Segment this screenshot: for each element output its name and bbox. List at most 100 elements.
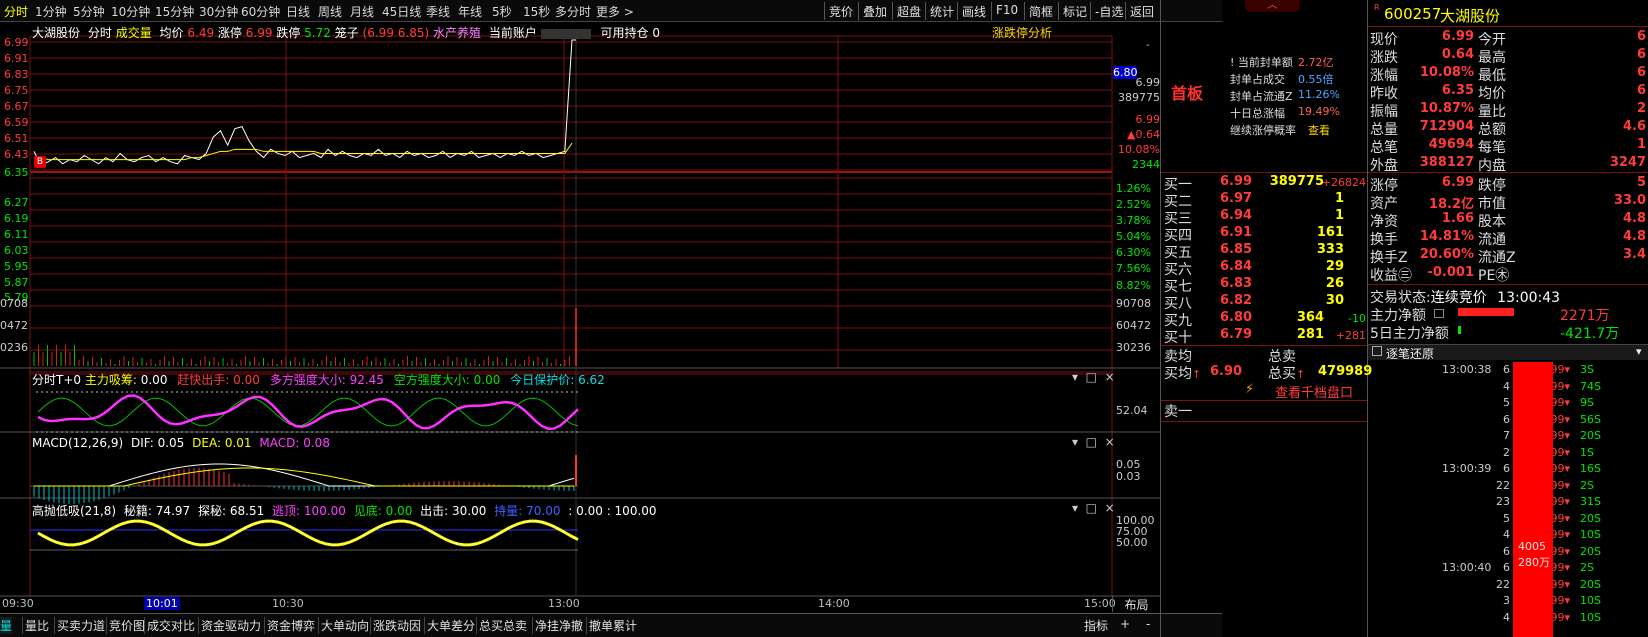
quote-value-2: 6 — [1636, 29, 1646, 44]
volume-label: 成交量 — [115, 26, 152, 40]
quote-value-2: 3247 — [1609, 155, 1646, 170]
bottom-tab-2[interactable]: 竞价图 — [106, 617, 145, 634]
trade-time: 13:00:43 — [1497, 290, 1561, 306]
bottom-tab-6[interactable]: 大单动向 — [318, 617, 369, 634]
quote-value-2: 6 — [1636, 47, 1646, 62]
add-indicator-button[interactable]: + — [1120, 617, 1130, 631]
bid-price: 6.83 — [1220, 276, 1253, 291]
bottom-tab-9[interactable]: 总买总卖 — [476, 617, 527, 634]
buy-avg-label: 买均↑ — [1164, 366, 1202, 382]
seal-label: ! 当前封单额 — [1230, 56, 1293, 69]
t0-f4-value: 0.00 — [473, 373, 501, 387]
t0-panel-controls[interactable]: ▾ □ × — [1072, 370, 1115, 384]
tick-time: 13:00:39 — [1442, 462, 1492, 475]
t0-long-line — [37, 394, 579, 430]
bottom-tab-4[interactable]: 资金驱动力 — [198, 617, 261, 634]
collapse-button[interactable]: ︿ — [1245, 0, 1300, 12]
t0-f2-value: 0.00 — [233, 373, 260, 387]
dif-label: DIF: — [130, 436, 154, 450]
quote-divider-2 — [1368, 172, 1648, 173]
volume-tick-right: 30236 — [1116, 341, 1151, 354]
tick-volume-bar — [1513, 362, 1553, 637]
remove-indicator-button[interactable]: - — [1146, 617, 1150, 631]
seal-probability-link[interactable]: 查看 — [1308, 122, 1330, 138]
dea-line — [34, 467, 574, 487]
ticks-settings-icon[interactable] — [1372, 346, 1382, 356]
macd-title: MACD(12,26,9) — [32, 436, 124, 450]
seal-value: 2.72亿 — [1298, 56, 1334, 69]
bottom-tab-10[interactable]: 净挂净撤 — [532, 617, 583, 634]
cage-value: (6.99 6.85) — [362, 26, 430, 40]
main-net-icon — [1434, 309, 1444, 318]
quote-value-1: 6.99 — [1441, 29, 1474, 44]
bid-volume: 29 — [1325, 259, 1344, 274]
main-net-label: 主力净额 — [1370, 308, 1426, 324]
tick-volume: 20S — [1580, 544, 1601, 558]
gpdx-panel-header: 高抛低吸(21,8) 秘籍: 74.97 探秘: 68.51 逃顶: 100.0… — [32, 502, 657, 519]
indicator-button[interactable]: 指标 — [1084, 617, 1108, 634]
time-label-0930: 09:30 — [2, 597, 34, 610]
quote-value-1: -0.001 — [1427, 265, 1474, 280]
bottom-tab-5[interactable]: 资金博弈 — [264, 617, 315, 634]
depth-1000-button[interactable]: 查看千档盘口 — [1275, 382, 1353, 401]
bid-volume: 1 — [1334, 191, 1344, 206]
ticks-dropdown-icon[interactable]: ▾ — [1636, 345, 1642, 358]
quote-value-2: 4.8 — [1622, 229, 1646, 244]
t0-f5-label: 今日保护价: — [510, 373, 575, 387]
tick-count: 6 — [1503, 412, 1510, 426]
tick-count: 2 — [1503, 445, 1510, 459]
account-masked — [540, 28, 591, 39]
quote-value-1: 49694 — [1428, 137, 1474, 152]
macd-label: MACD: — [259, 436, 300, 450]
quote-value-2: 6 — [1636, 83, 1646, 98]
cursor-stat: 389775 — [1118, 91, 1160, 104]
account-label[interactable]: 当前账户 — [489, 26, 537, 40]
price-line — [33, 39, 576, 167]
gpdx-b-label: 探秘: — [197, 504, 227, 518]
buy-avg-value: 6.90 — [1210, 364, 1243, 379]
seal-label: 十日总涨幅 — [1230, 107, 1285, 120]
quote-value-2: 33.0 — [1613, 193, 1646, 208]
gpdx-e-value: 30.00 — [452, 504, 487, 518]
bottom-tab-3[interactable]: 成交对比 — [144, 617, 195, 634]
dea-value: 0.01 — [224, 436, 252, 450]
gpdx-panel-controls[interactable]: ▾ □ × — [1072, 501, 1115, 515]
t0-f3-label: 多方强度大小: — [269, 373, 346, 387]
gpdx-d-label: 见底: — [353, 504, 382, 518]
price-tick: 6.19 — [4, 212, 29, 225]
tick-volume: 20S — [1580, 577, 1601, 591]
main-net5-value: -421.7万 — [1560, 326, 1620, 342]
buy-marker-icon[interactable]: B — [34, 156, 46, 168]
bottom-tab-7[interactable]: 涨跌动因 — [370, 617, 421, 634]
bottom-tab-8[interactable]: 大单差分 — [424, 617, 475, 634]
bottom-tab-11[interactable]: 撤单累计 — [586, 617, 637, 634]
tick-time: 13:00:40 — [1442, 561, 1492, 574]
bottom-tab-0[interactable]: 量比 — [22, 617, 49, 634]
quote-value-1: 388127 — [1419, 155, 1474, 170]
gpdx-g-value: : 0.00 : 100.00 — [568, 504, 657, 518]
gpdx-e-label: 出击: — [420, 504, 449, 518]
quote-value-2: 5 — [1636, 175, 1646, 190]
bid-change: +26824 — [1321, 176, 1366, 189]
price-tick: 6.75 — [4, 84, 29, 97]
layout-button[interactable]: 布局 — [1112, 596, 1160, 612]
ticks-title[interactable]: 逐笔还原 — [1386, 345, 1434, 362]
tick-volume: 3S — [1580, 363, 1594, 376]
quote-label-1: 收益㊂ — [1370, 268, 1412, 284]
bid-volume: 30 — [1325, 293, 1344, 308]
bid-volume: 389775 — [1269, 174, 1324, 189]
bid-level-row[interactable]: 买十 6.79 281 +281 — [1162, 327, 1368, 347]
pct-tick: 1.26% — [1116, 182, 1151, 195]
quote-value-2: 1 — [1636, 137, 1646, 152]
dif-value: 0.05 — [157, 436, 185, 450]
main-net5-label: 5日主力净额 — [1370, 326, 1449, 342]
tab-volume-fragment[interactable]: 量 — [0, 617, 13, 634]
macd-panel-controls[interactable]: ▾ □ × — [1072, 435, 1115, 449]
tick-count: 22 — [1496, 478, 1510, 492]
main-net-bar — [1458, 308, 1514, 316]
bottom-tab-1[interactable]: 买卖力道 — [54, 617, 105, 634]
macd-value: 0.08 — [303, 436, 330, 450]
limit-analysis-button[interactable]: 涨跌停分析 — [992, 24, 1052, 41]
bid-volume: 333 — [1316, 242, 1344, 257]
intraday-chart[interactable] — [0, 0, 1160, 637]
